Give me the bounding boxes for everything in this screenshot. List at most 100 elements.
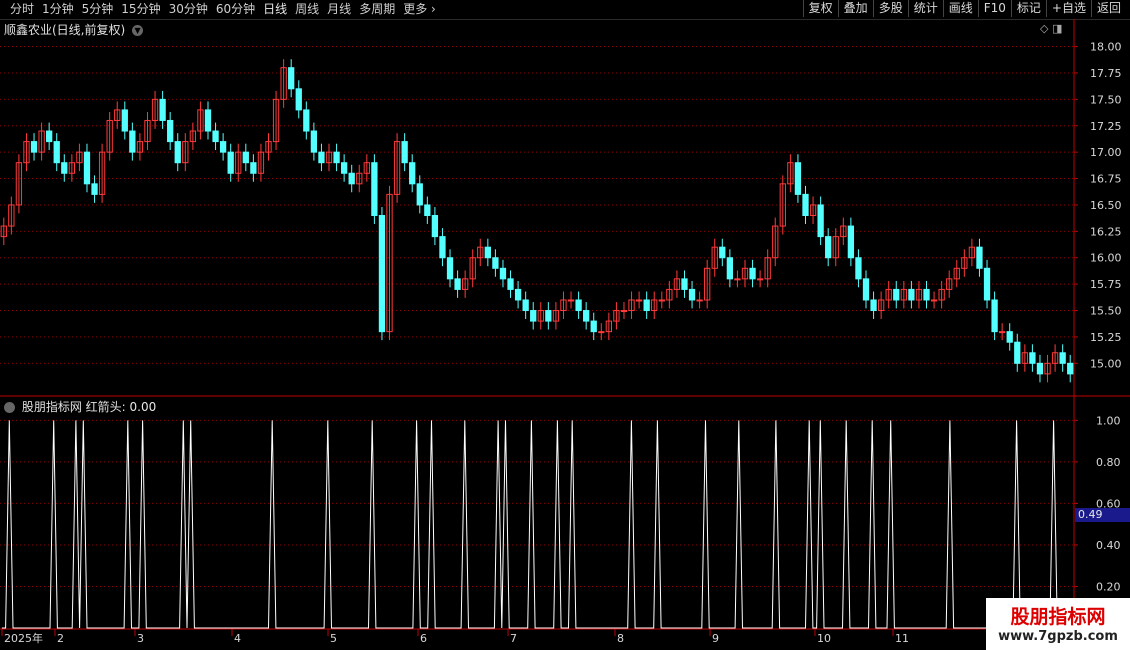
x-tick-label: 7 [510,632,517,645]
candle-body [492,257,499,269]
current-axis-value: 0.49 [1075,508,1130,522]
candle-body [719,246,726,259]
candle-body [923,288,930,301]
indicator-tick-label: 0.20 [1096,580,1121,593]
candle-body [688,288,696,301]
candle-body [855,257,862,280]
price-tick-label: 16.75 [1090,173,1122,186]
candle-body [204,109,212,132]
candle-body [870,299,877,312]
candle-body [46,130,53,143]
candle-body [303,109,310,132]
watermark-url: www.7gpzb.com [998,629,1118,644]
candle-body [734,278,741,281]
candle-body [545,310,552,322]
candle-body [908,288,915,301]
price-tick-label: 16.50 [1090,199,1122,212]
price-tick-label: 17.50 [1090,93,1122,106]
x-tick-label: 6 [420,632,427,645]
x-tick-label: 3 [137,632,144,645]
candle-body [83,151,91,185]
candle-body [1014,341,1021,364]
candle-body [348,172,355,185]
price-tick-label: 15.75 [1090,278,1122,291]
x-tick-label: 2 [57,632,64,645]
candle-body [250,162,257,174]
candle-body [431,215,439,238]
candle-body [159,98,166,121]
price-tick-label: 16.25 [1090,225,1122,238]
candle-body [507,278,514,290]
candle-body [409,162,416,185]
candle-body [499,267,507,280]
candle-body [726,257,734,280]
candle-body [61,162,68,174]
candle-body [424,204,431,217]
x-tick-label: 5 [330,632,337,645]
candle-body [295,88,302,111]
candle-body [999,331,1006,334]
price-tick-label: 16.00 [1090,252,1122,265]
candle-body [658,299,665,302]
candle-body [847,225,855,259]
candle-body [530,310,537,322]
candle-body [340,162,348,174]
candle-body [620,310,628,313]
candle-body [749,267,756,280]
indicator-tick-label: 1.00 [1096,414,1121,427]
candle-body [242,151,249,164]
x-tick-label: 8 [617,632,624,645]
candle-body [514,288,522,301]
candle-body [310,130,318,153]
candle-body [318,151,325,164]
x-tick-label: 11 [895,632,909,645]
candle-body [91,183,98,195]
price-tick-label: 15.50 [1090,305,1122,318]
price-tick-label: 18.00 [1090,41,1122,54]
candle-body [794,162,802,195]
indicator-tick-label: 0.40 [1096,539,1121,552]
x-tick-label: 9 [712,632,719,645]
candle-body [439,236,446,259]
watermark-title: 股朋指标网 [1010,606,1106,628]
candle-body [121,109,128,132]
candle-body [825,236,832,259]
candle-body [991,299,998,333]
candle-body [583,310,590,322]
candle-body [333,151,340,164]
indicator-line [1,420,1073,629]
watermark: 股朋指标网 www.7gpzb.com [986,598,1130,650]
candle-body [53,141,60,164]
candle-body [129,130,136,153]
indicator-tick-label: 0.80 [1096,456,1121,469]
candle-body [227,151,234,174]
candle-body [643,299,650,312]
candle-body [590,320,597,333]
candle-body [817,204,824,238]
candle-body [1067,362,1074,375]
candle-body [598,331,605,334]
candle-body [446,257,454,280]
candle-body [696,299,703,302]
candle-body [976,246,983,269]
candle-body [1029,352,1036,364]
candle-body [484,246,491,259]
price-tick-label: 15.00 [1090,357,1122,370]
candle-body [174,141,181,164]
candle-body [756,278,764,281]
candle-body [454,278,461,290]
price-tick-label: 15.25 [1090,331,1122,344]
candle-body [575,299,582,312]
candle-body [930,299,938,302]
candle-body [288,67,295,90]
candle-body [401,141,408,164]
price-tick-label: 17.25 [1090,120,1122,133]
candle-body [567,299,575,302]
x-tick-label: 2025年 [4,631,43,645]
candle-body [635,299,643,302]
chart-canvas: 15.00 15.25 15.50 15.75 16.00 16.25 16.50 16.75… [0,19,1130,650]
price-tick-label: 17.00 [1090,146,1122,159]
candle-body [681,278,688,290]
candle-body [219,141,227,153]
candle-body [893,288,900,301]
